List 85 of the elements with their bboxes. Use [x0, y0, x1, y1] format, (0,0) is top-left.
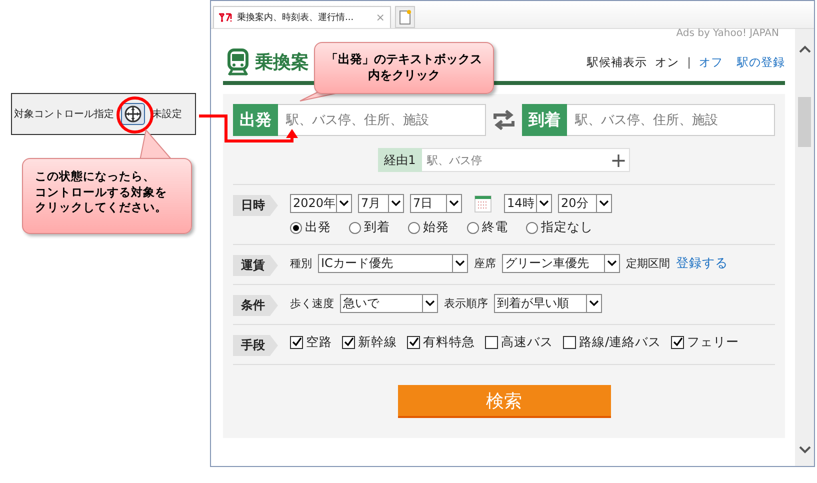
radio-label: 出発: [305, 219, 331, 236]
caret-icon: [586, 295, 601, 312]
to-field[interactable]: 駅、バス停、住所、施設: [567, 104, 775, 136]
dropdown[interactable]: 到着が早い順: [494, 294, 602, 313]
dropdown[interactable]: グリーン車優先: [502, 254, 620, 273]
highlight-circle: [116, 96, 154, 134]
browser-tab[interactable]: 乗換案内、時刻表、運行情... ×: [213, 6, 391, 28]
radio-label: 始発: [423, 219, 449, 236]
register-link[interactable]: 駅の登録: [737, 54, 785, 70]
caret-icon: [596, 195, 611, 212]
callout-text: この状態になったら、: [35, 169, 156, 185]
caret-icon: [452, 255, 467, 272]
checkbox[interactable]: [485, 336, 498, 349]
checkbox-label: 新幹線: [358, 334, 397, 351]
field-label: 種別: [290, 256, 312, 271]
via-field[interactable]: 駅、バス停: [422, 148, 608, 172]
dropdown[interactable]: 7月: [358, 194, 404, 213]
section-label: 運賃: [233, 255, 278, 276]
radio-label: 到着: [364, 219, 390, 236]
field-label: 座席: [474, 256, 496, 271]
radio-label: 終電: [482, 219, 508, 236]
scroll-up-icon[interactable]: [798, 45, 810, 53]
callout-text: 「出発」のテキストボックス: [325, 51, 483, 68]
dropdown[interactable]: 2020年: [290, 194, 352, 213]
caret-icon: [604, 255, 619, 272]
commuter-label: 定期区間: [626, 256, 670, 271]
caret-icon: [422, 295, 437, 312]
new-tab-button[interactable]: [395, 6, 415, 28]
dropdown[interactable]: ICカード優先: [318, 254, 468, 273]
radio-button[interactable]: [526, 222, 538, 234]
caret-icon: [336, 195, 351, 212]
separator: |: [687, 55, 691, 69]
dropdown[interactable]: 7日: [410, 194, 462, 213]
callout-text: クリックしてください。: [35, 200, 168, 216]
control-label: 対象コントロール指定: [14, 108, 114, 121]
checkbox-label: 空路: [306, 334, 332, 351]
radio-label: 指定なし: [541, 219, 593, 236]
radio-button[interactable]: [408, 222, 420, 234]
scrollbar[interactable]: [795, 29, 814, 466]
page-title: 乗換案: [255, 51, 309, 74]
radio-button[interactable]: [349, 222, 361, 234]
caret-icon: [536, 195, 551, 212]
dropdown[interactable]: 20分: [558, 194, 612, 213]
checkbox[interactable]: [563, 336, 576, 349]
callout-text: 内をクリック: [367, 67, 441, 84]
scroll-down-icon[interactable]: [798, 446, 810, 454]
checkbox-label: 高速バス: [501, 334, 553, 351]
tab-title: 乗換案内、時刻表、運行情...: [237, 11, 355, 24]
ads-credit: Ads by Yahoo! JAPAN: [675, 29, 779, 41]
dropdown[interactable]: 14時: [504, 194, 552, 213]
swap-icon: [493, 110, 515, 130]
checkbox[interactable]: [671, 336, 684, 349]
toggle-option[interactable]: オン: [655, 54, 680, 70]
checkbox-label: フェリー: [687, 334, 740, 351]
caret-icon: [388, 195, 403, 212]
field-label: 表示順序: [444, 296, 488, 311]
from-label: 出発: [233, 104, 278, 136]
radio-button[interactable]: [467, 222, 479, 234]
add-via-button[interactable]: +: [608, 148, 630, 172]
radio-button[interactable]: [290, 222, 302, 234]
train-icon: [227, 48, 249, 76]
checkbox[interactable]: [342, 336, 355, 349]
callout-text: コントロールする対象を: [35, 184, 168, 200]
from-field[interactable]: 駅、バス停、住所、施設: [278, 104, 486, 136]
section-label: 日時: [233, 195, 278, 216]
register-commuter-link[interactable]: 登録する: [676, 255, 728, 272]
crosshair-icon: [124, 105, 142, 123]
target-button[interactable]: [121, 103, 145, 125]
section-label: 条件: [233, 295, 278, 316]
toggle-option[interactable]: オフ: [699, 54, 723, 70]
checkbox[interactable]: [290, 336, 303, 349]
new-page-icon: [399, 10, 411, 24]
dropdown[interactable]: 急いで: [340, 294, 438, 313]
logo-icon: [219, 13, 233, 22]
field-label: 歩く速度: [290, 296, 334, 311]
checkbox-label: 有料特急: [423, 334, 475, 351]
checkbox[interactable]: [407, 336, 420, 349]
calendar-icon[interactable]: [474, 194, 492, 212]
caret-icon: [446, 195, 461, 212]
section-label: 手段: [233, 335, 278, 356]
via-label: 経由1: [378, 148, 422, 172]
checkbox-label: 路線/連絡バス: [579, 334, 662, 351]
scroll-thumb[interactable]: [798, 97, 811, 147]
suggest-label: 駅候補表示: [587, 54, 648, 70]
to-label: 到着: [522, 104, 567, 136]
